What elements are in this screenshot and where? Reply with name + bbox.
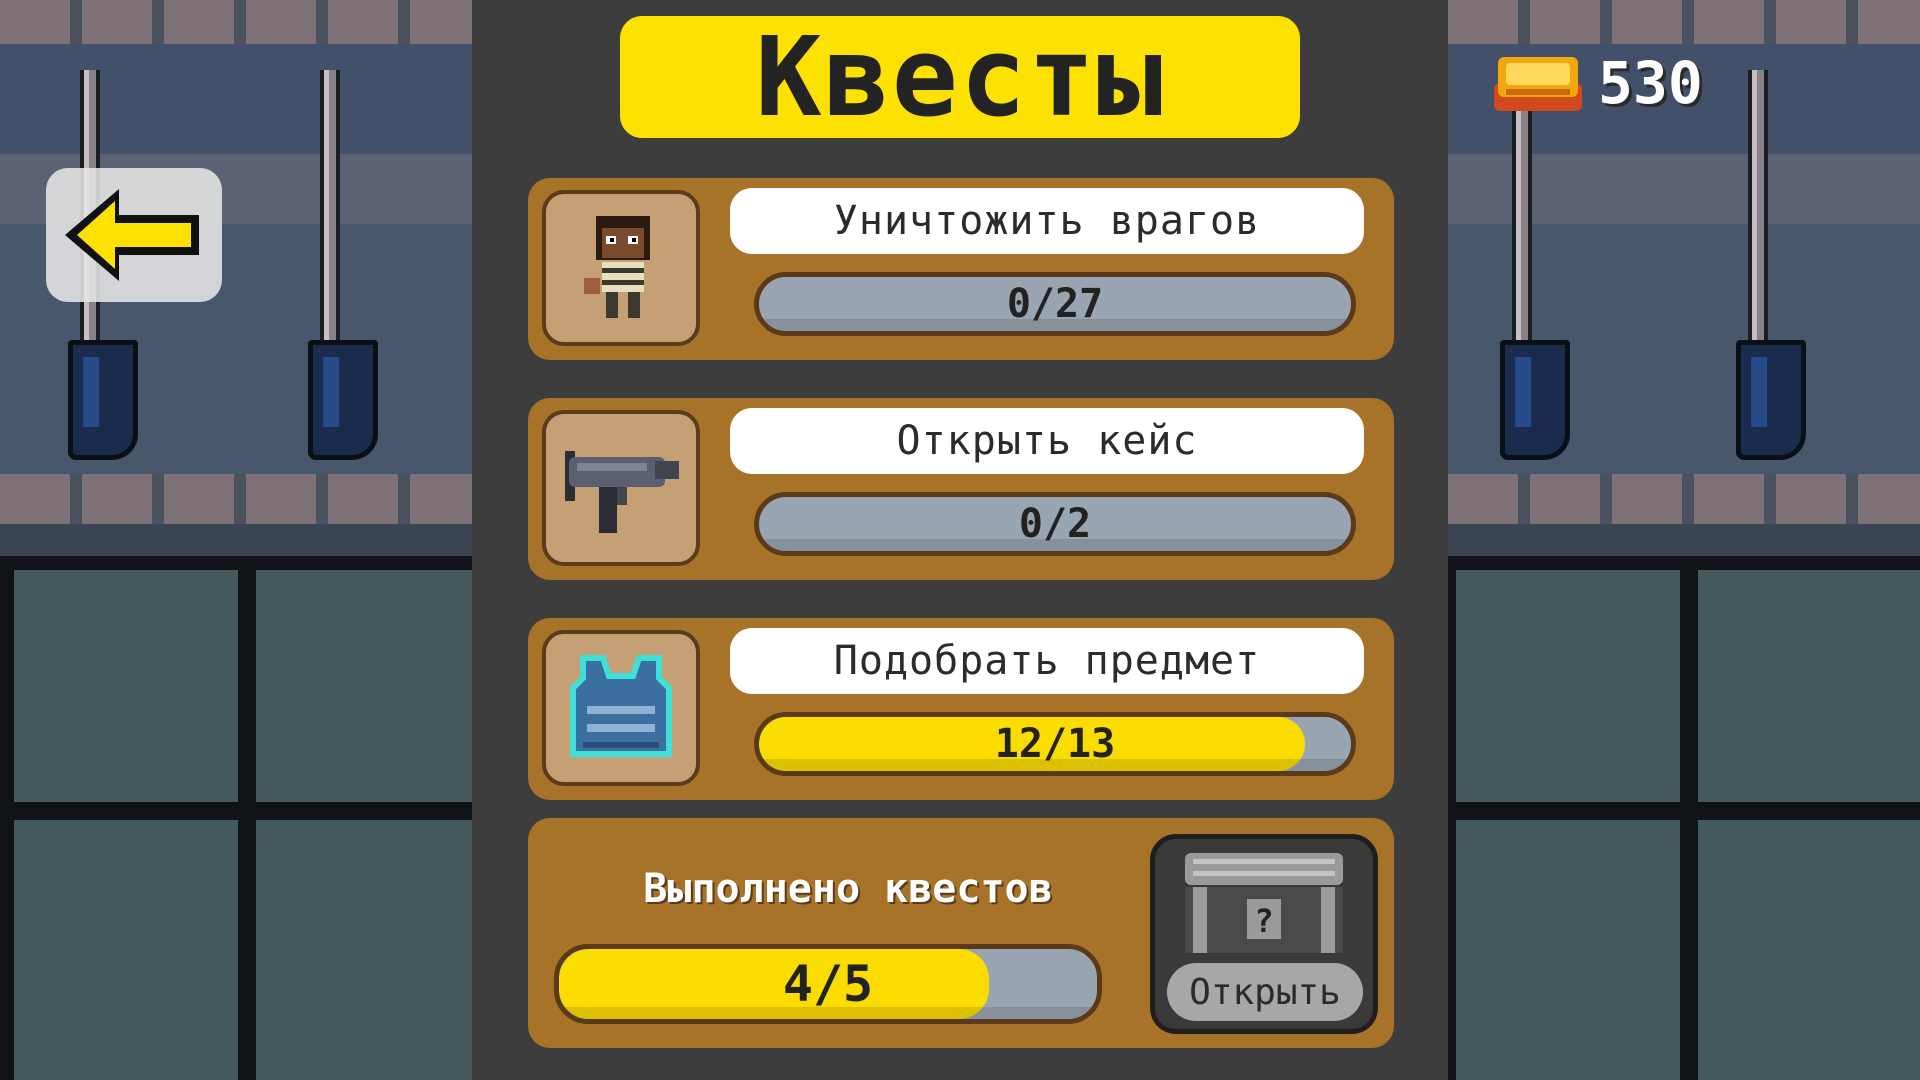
quest-label: Открыть кейс <box>730 408 1364 474</box>
currency-display: 530 <box>1492 49 1703 117</box>
summary-progress-bar: 4/5 <box>554 944 1102 1024</box>
armor-vest-icon <box>570 655 672 757</box>
uzi-gun-icon <box>565 451 679 533</box>
quest-icon-frame <box>542 190 700 346</box>
quest-progress-bar: 0/2 <box>754 492 1356 556</box>
quest-progress-text: 0/27 <box>1006 281 1104 327</box>
quest-icon-frame <box>542 630 700 786</box>
quest-label: Подобрать предмет <box>730 628 1364 694</box>
mystery-chest-icon: ? <box>1185 853 1343 953</box>
quests-summary-panel: Выполнено квестов 4/5 ? Открыть <box>528 818 1394 1048</box>
arrow-left-icon <box>65 189 199 281</box>
quest-progress-text: 0/2 <box>1018 501 1092 547</box>
quest-progress-bar: 0/27 <box>754 272 1356 336</box>
gold-bar-icon <box>1492 53 1584 113</box>
quest-label: Уничтожить врагов <box>730 188 1364 254</box>
page-title-text: Квесты <box>755 13 1165 141</box>
quest-progress-bar: 12/13 <box>754 712 1356 776</box>
left-scenery <box>0 0 472 1080</box>
right-scenery <box>1448 0 1920 1080</box>
page-title: Квесты <box>620 16 1300 138</box>
currency-value: 530 <box>1598 49 1703 117</box>
quest-progress-text: 12/13 <box>994 721 1116 767</box>
back-button[interactable] <box>46 168 222 302</box>
reward-chest-panel: ? Открыть <box>1150 834 1378 1034</box>
enemy-character-icon <box>584 216 650 318</box>
open-chest-button[interactable]: Открыть <box>1167 963 1363 1021</box>
quest-card: Уничтожить врагов 0/27 <box>528 178 1394 360</box>
quest-card: Подобрать предмет 12/13 <box>528 618 1394 800</box>
summary-label: Выполнено квестов <box>643 866 1053 912</box>
summary-progress-text: 4/5 <box>782 955 874 1013</box>
quest-icon-frame <box>542 410 700 566</box>
svg-text:?: ? <box>1254 902 1273 940</box>
quest-card: Открыть кейс 0/2 <box>528 398 1394 580</box>
